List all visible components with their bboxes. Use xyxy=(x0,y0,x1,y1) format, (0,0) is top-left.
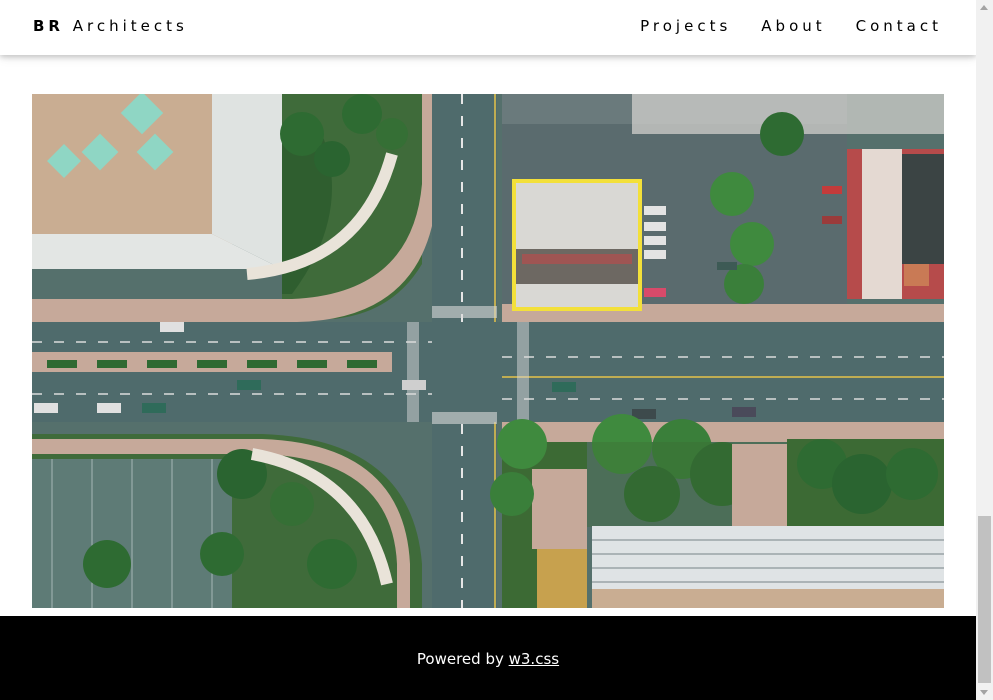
scroll-up-arrow-icon[interactable] xyxy=(980,5,988,10)
footer: Powered by w3.css xyxy=(0,616,976,700)
brand-link[interactable]: BR Architects xyxy=(33,17,188,35)
footer-text: Powered by w3.css xyxy=(0,650,976,668)
footer-prefix: Powered by xyxy=(416,650,509,668)
vertical-scrollbar[interactable] xyxy=(976,0,993,700)
aerial-city-photo xyxy=(32,94,944,608)
scroll-down-arrow-icon[interactable] xyxy=(980,690,988,695)
page: BR Architects Projects About Contact Pow… xyxy=(0,0,976,700)
scroll-thumb[interactable] xyxy=(978,516,991,683)
brand-name: Architects xyxy=(63,17,188,35)
nav-link-about[interactable]: About xyxy=(761,17,825,35)
top-navbar: BR Architects Projects About Contact xyxy=(0,0,976,55)
w3css-link[interactable]: w3.css xyxy=(509,650,559,668)
hero-image xyxy=(32,94,944,608)
nav-links: Projects About Contact xyxy=(640,17,942,35)
nav-link-projects[interactable]: Projects xyxy=(640,17,731,35)
brand-bold: BR xyxy=(33,17,64,35)
nav-link-contact[interactable]: Contact xyxy=(856,17,942,35)
